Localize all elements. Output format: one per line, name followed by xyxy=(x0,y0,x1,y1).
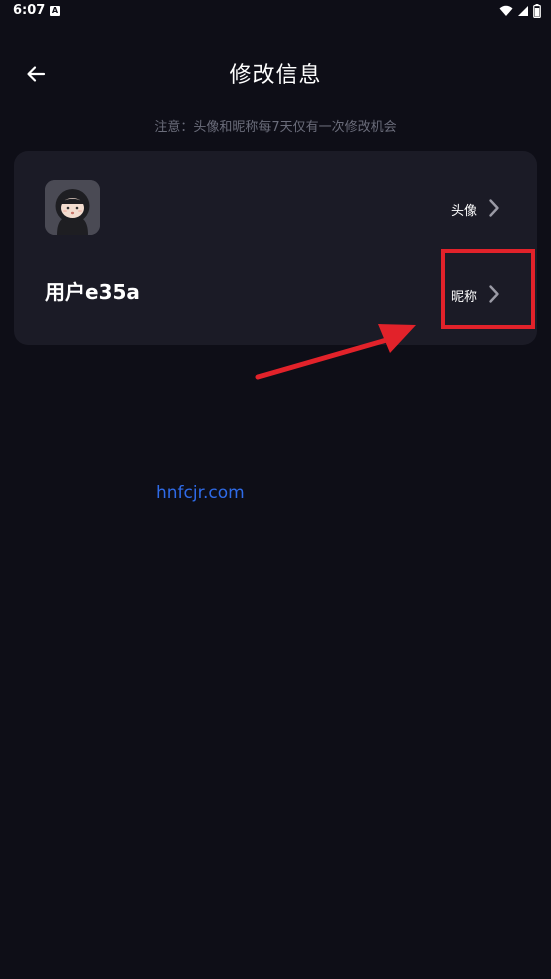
nickname-value: 用户e35a xyxy=(45,280,140,304)
avatar[interactable] xyxy=(45,180,100,235)
avatar-label: 头像 xyxy=(451,204,478,219)
status-bar: 6:07 A xyxy=(0,0,551,24)
page-title: 修改信息 xyxy=(229,63,322,88)
ninja-avatar-icon xyxy=(45,180,100,235)
watermark-text: hnfcjr.com xyxy=(156,483,245,503)
chevron-right-icon xyxy=(489,199,499,217)
status-icons xyxy=(499,4,541,18)
wifi-icon xyxy=(499,5,513,16)
avatar-row[interactable]: 头像 xyxy=(434,191,534,225)
signal-icon xyxy=(518,6,528,16)
annotation-arrow-icon xyxy=(255,324,416,380)
battery-icon xyxy=(533,4,541,18)
highlight-box xyxy=(441,249,535,329)
notification-a-icon: A xyxy=(50,6,60,16)
notice-text: 注意：头像和昵称每7天仅有一次修改机会 xyxy=(154,120,397,135)
header: 修改信息 xyxy=(0,44,551,100)
status-time: 6:07 xyxy=(13,3,46,18)
